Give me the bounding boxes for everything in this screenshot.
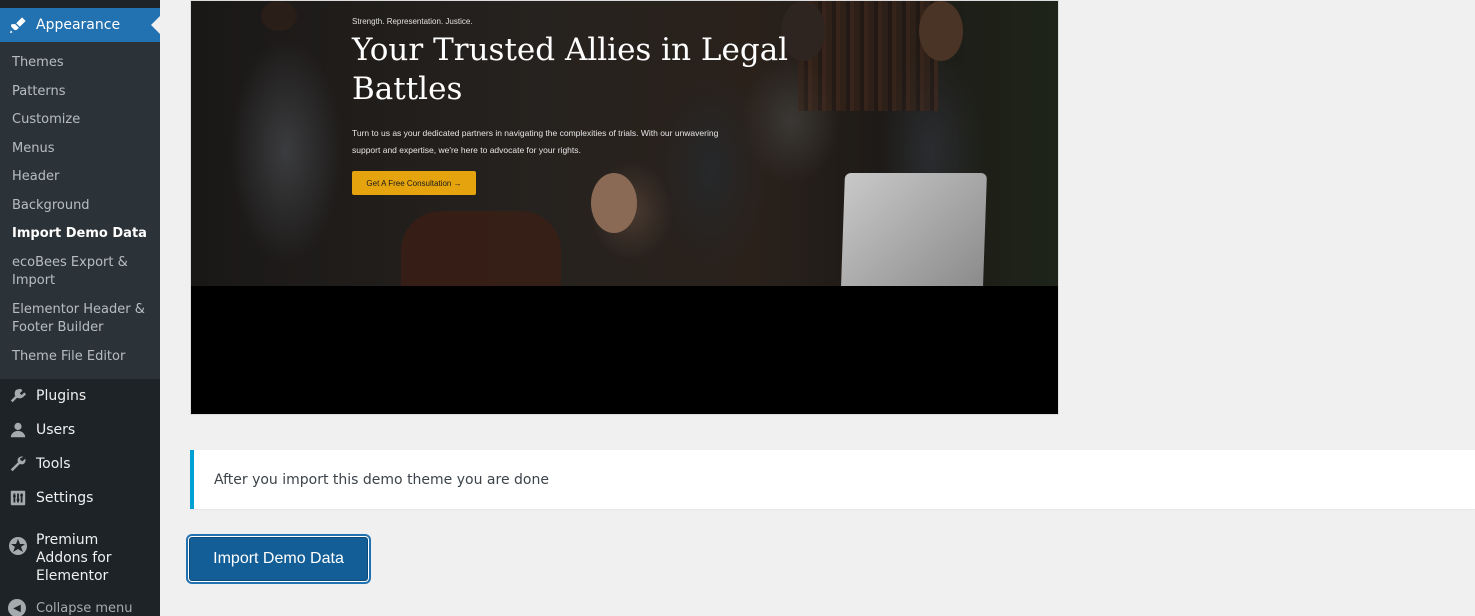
menu-premium-addons[interactable]: Premium Addons for Elementor xyxy=(0,523,160,591)
submenu-menus[interactable]: Menus xyxy=(0,135,160,164)
import-demo-data-button[interactable]: Import Demo Data xyxy=(189,537,368,581)
submenu-import-demo-data[interactable]: Import Demo Data xyxy=(0,220,160,249)
menu-appearance[interactable]: Appearance xyxy=(0,8,160,42)
collapse-icon: ◀ xyxy=(8,599,26,616)
menu-tools[interactable]: Tools xyxy=(0,447,160,481)
submenu-ecobees-export-import[interactable]: ecoBees Export & Import xyxy=(0,249,160,296)
info-notice: After you import this demo theme you are… xyxy=(190,450,1475,509)
demo-preview: Strength. Representation. Justice. Your … xyxy=(190,0,1059,415)
collapse-menu-button[interactable]: ◀ Collapse menu xyxy=(0,591,160,616)
menu-appearance-label: Appearance xyxy=(36,17,121,33)
submenu-elementor-header-footer[interactable]: Elementor Header & Footer Builder xyxy=(0,296,160,343)
submenu-themes[interactable]: Themes xyxy=(0,49,160,78)
demo-preview-image: Strength. Representation. Justice. Your … xyxy=(191,1,1058,286)
menu-settings-label: Settings xyxy=(36,490,94,506)
paintbrush-icon xyxy=(8,15,28,35)
collapse-menu-label: Collapse menu xyxy=(36,600,133,616)
hero-consultation-button: Get A Free Consultation → xyxy=(352,171,476,195)
chair-shape xyxy=(401,211,561,286)
appearance-submenu: Themes Patterns Customize Menus Header B… xyxy=(0,42,160,379)
premium-addons-icon xyxy=(8,536,28,556)
menu-settings[interactable]: Settings xyxy=(0,481,160,515)
hero-text: Turn to us as your dedicated partners in… xyxy=(352,128,719,155)
notice-text: After you import this demo theme you are… xyxy=(214,471,549,488)
hero-title: Your Trusted Allies in Legal Battles xyxy=(352,32,789,107)
menu-premium-addons-label: Premium Addons for Elementor xyxy=(36,532,112,584)
tools-icon xyxy=(8,454,28,474)
hero-eyebrow: Strength. Representation. Justice. xyxy=(352,17,473,26)
person-face xyxy=(261,1,297,31)
menu-users[interactable]: Users xyxy=(0,413,160,447)
users-icon xyxy=(8,420,28,440)
admin-sidebar: Appearance Themes Patterns Customize Men… xyxy=(0,0,160,616)
menu-plugins-label: Plugins xyxy=(36,388,87,404)
submenu-theme-file-editor[interactable]: Theme File Editor xyxy=(0,343,160,372)
person-face xyxy=(919,1,963,61)
submenu-customize[interactable]: Customize xyxy=(0,106,160,135)
submenu-header[interactable]: Header xyxy=(0,163,160,192)
menu-plugins[interactable]: Plugins xyxy=(0,379,160,413)
menu-users-label: Users xyxy=(36,422,76,438)
menu-tools-label: Tools xyxy=(36,456,71,472)
submenu-background[interactable]: Background xyxy=(0,192,160,221)
plugins-icon xyxy=(8,386,28,406)
person-face xyxy=(591,173,637,233)
submenu-patterns[interactable]: Patterns xyxy=(0,78,160,107)
settings-icon xyxy=(8,488,28,508)
laptop-shape xyxy=(841,173,987,286)
